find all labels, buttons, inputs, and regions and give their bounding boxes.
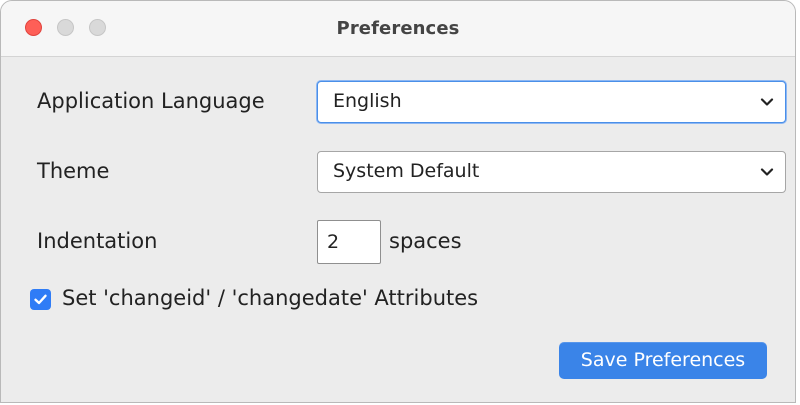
- save-preferences-button[interactable]: Save Preferences: [559, 342, 767, 379]
- preferences-window: Preferences Application Language English…: [0, 0, 796, 403]
- indentation-label: Indentation: [37, 229, 158, 253]
- title-bar[interactable]: Preferences: [1, 1, 795, 57]
- theme-select[interactable]: System Default: [317, 151, 786, 193]
- theme-label: Theme: [37, 159, 110, 183]
- checkmark-icon: [34, 294, 47, 305]
- change-attributes-checkbox[interactable]: [30, 289, 51, 310]
- language-select[interactable]: English: [317, 81, 786, 123]
- language-label: Application Language: [37, 89, 265, 113]
- language-select-value: English: [333, 90, 402, 112]
- indentation-value: 2: [327, 231, 340, 253]
- theme-select-value: System Default: [333, 160, 480, 182]
- window-title: Preferences: [336, 18, 460, 39]
- chevron-down-icon: [760, 98, 774, 106]
- chevron-down-icon: [760, 168, 774, 176]
- change-attributes-label[interactable]: Set 'changeid' / 'changedate' Attributes: [62, 288, 478, 309]
- indentation-unit: spaces: [389, 229, 462, 253]
- indentation-input[interactable]: 2: [317, 220, 381, 264]
